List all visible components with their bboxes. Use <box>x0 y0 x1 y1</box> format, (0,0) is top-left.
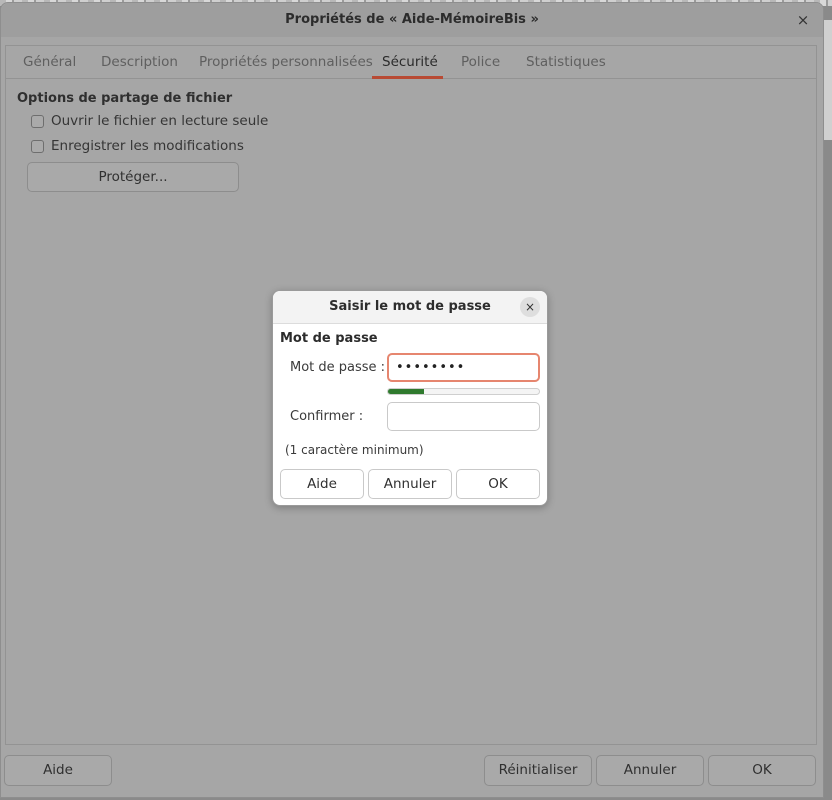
background-window-edge <box>823 20 832 140</box>
tab-security[interactable]: Sécurité <box>382 54 438 70</box>
record-changes-checkbox[interactable] <box>31 139 44 153</box>
record-changes-label: Enregistrer les modifications <box>51 138 244 154</box>
reset-button[interactable]: Réinitialiser <box>484 755 592 786</box>
dialog-title: Propriétés de « Aide-MémoireBis » <box>285 12 539 27</box>
ok-button[interactable]: OK <box>708 755 816 786</box>
password-label: Mot de passe : <box>290 360 386 375</box>
read-only-label: Ouvrir le fichier en lecture seule <box>51 113 269 129</box>
tab-description[interactable]: Description <box>101 54 178 70</box>
tab-font[interactable]: Police <box>461 54 500 70</box>
password-strength-fill <box>388 389 425 394</box>
password-section-heading: Mot de passe <box>280 331 378 346</box>
title-bar: Propriétés de « Aide-MémoireBis » × <box>1 3 823 37</box>
tab-bar: Général Description Propriétés personnal… <box>6 46 816 79</box>
protect-button[interactable]: Protéger... <box>27 162 239 192</box>
read-only-option[interactable]: Ouvrir le fichier en lecture seule <box>31 112 268 130</box>
read-only-checkbox[interactable] <box>31 114 44 128</box>
password-dialog-header: Saisir le mot de passe × <box>273 291 547 324</box>
record-changes-option[interactable]: Enregistrer les modifications <box>31 137 244 155</box>
tab-general[interactable]: Général <box>23 54 76 70</box>
password-field[interactable]: •••••••• <box>387 353 540 382</box>
password-dialog: Saisir le mot de passe × Mot de passe Mo… <box>272 290 548 506</box>
minimum-length-hint: (1 caractère minimum) <box>285 443 424 457</box>
confirm-password-field[interactable] <box>387 402 540 431</box>
close-icon[interactable]: × <box>793 10 813 30</box>
tab-custom-properties[interactable]: Propriétés personnalisées <box>199 54 373 70</box>
password-help-button[interactable]: Aide <box>280 469 364 499</box>
help-button[interactable]: Aide <box>4 755 112 786</box>
cancel-button[interactable]: Annuler <box>596 755 704 786</box>
password-strength-bar <box>387 388 540 395</box>
password-dialog-title: Saisir le mot de passe <box>329 299 491 314</box>
password-cancel-button[interactable]: Annuler <box>368 469 452 499</box>
active-tab-indicator <box>372 76 443 79</box>
file-sharing-options-heading: Options de partage de fichier <box>17 91 233 106</box>
close-icon[interactable]: × <box>520 297 540 317</box>
confirm-label: Confirmer : <box>290 409 364 424</box>
tab-statistics[interactable]: Statistiques <box>526 54 606 70</box>
password-ok-button[interactable]: OK <box>456 469 540 499</box>
